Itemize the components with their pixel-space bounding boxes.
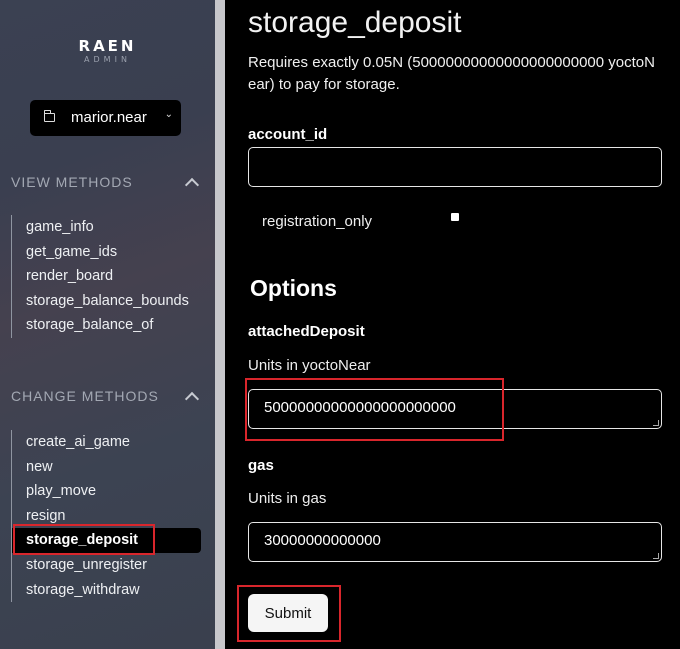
attached-deposit-label: attachedDeposit [248,323,365,340]
resize-grip-icon[interactable] [653,553,659,559]
sidebar-item-storage-balance-of[interactable]: storage_balance_of [12,313,189,338]
main-panel: storage_deposit Requires exactly 0.05N (… [225,0,680,649]
registration-only-checkbox[interactable] [451,213,459,221]
sidebar-item-storage-unregister[interactable]: storage_unregister [12,553,201,578]
attached-deposit-field[interactable]: 50000000000000000000000 [248,389,662,429]
account-id-field[interactable] [248,147,662,187]
chevron-down-icon: ⌄ [164,109,173,120]
logo: RAEN ADMIN [0,38,215,65]
sidebar-item-new[interactable]: new [12,455,201,480]
sidebar-item-storage-deposit[interactable]: storage_deposit [12,528,201,553]
view-methods-header[interactable]: VIEW METHODS [11,172,201,192]
chevron-up-icon[interactable] [184,391,200,406]
change-methods-heading: CHANGE METHODS [11,388,159,404]
sidebar-item-play-move[interactable]: play_move [12,479,201,504]
resize-grip-icon[interactable] [653,420,659,426]
sidebar-item-resign[interactable]: resign [12,504,201,529]
sidebar-item-storage-balance-bounds[interactable]: storage_balance_bounds [12,289,189,314]
attached-deposit-hint: Units in yoctoNear [248,357,371,374]
gas-value: 30000000000000 [264,532,381,549]
account-selector[interactable]: marior.near ⌄ [30,100,181,136]
logo-main-text: RAEN [78,37,137,55]
logo-sub-text: ADMIN [84,55,131,64]
folder-icon [43,110,55,122]
gas-hint: Units in gas [248,490,327,507]
sidebar-divider [215,0,225,649]
sidebar-item-game-info[interactable]: game_info [12,215,189,240]
sidebar-item-create-ai-game[interactable]: create_ai_game [12,430,201,455]
sidebar-item-storage-withdraw[interactable]: storage_withdraw [12,578,201,603]
gas-field[interactable]: 30000000000000 [248,522,662,562]
sidebar-item-render-board[interactable]: render_board [12,264,189,289]
gas-label: gas [248,457,274,474]
method-description: Requires exactly 0.05N (5000000000000000… [248,54,655,93]
submit-button[interactable]: Submit [248,594,328,632]
registration-only-label: registration_only [262,213,373,230]
view-methods-list: game_info get_game_ids render_board stor… [11,215,189,338]
sidebar-item-get-game-ids[interactable]: get_game_ids [12,240,189,265]
sidebar: RAEN ADMIN marior.near ⌄ VIEW METHODS ga… [0,0,215,649]
options-heading: Options [250,275,337,301]
attached-deposit-value: 50000000000000000000000 [264,399,456,416]
account-name: marior.near [71,109,147,126]
view-methods-heading: VIEW METHODS [11,174,133,190]
change-methods-header[interactable]: CHANGE METHODS [11,386,201,406]
chevron-up-icon[interactable] [184,177,200,192]
change-methods-list: create_ai_game new play_move resign stor… [11,430,201,603]
page-title: storage_deposit [248,6,462,39]
account-id-label: account_id [248,126,328,143]
